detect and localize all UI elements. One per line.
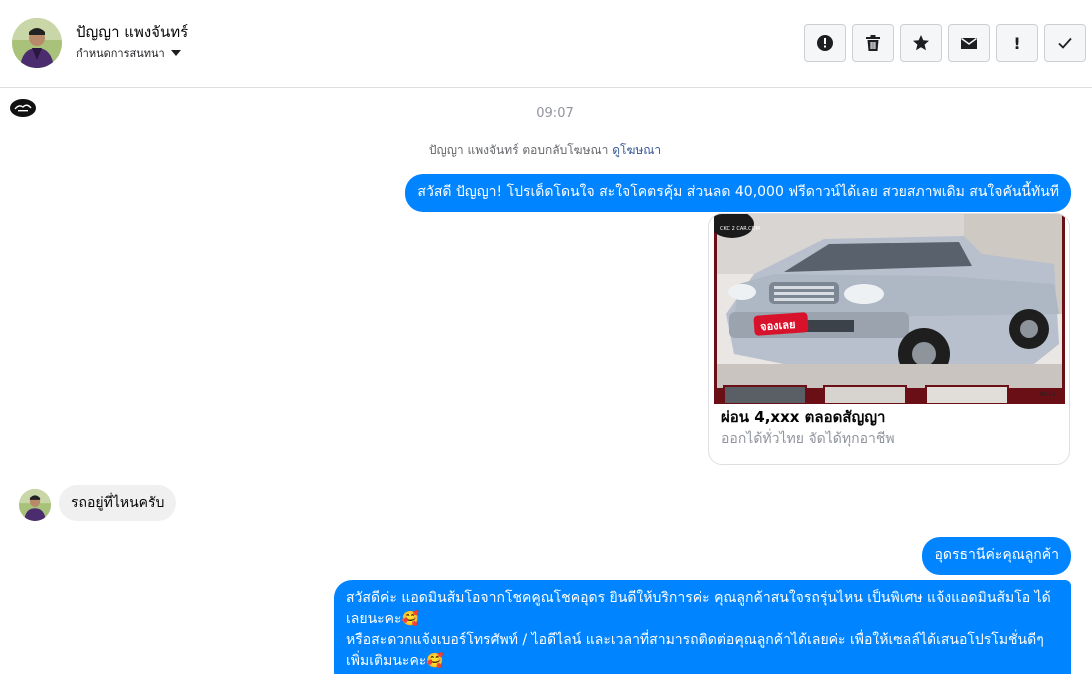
contact-avatar-small bbox=[19, 489, 51, 521]
header-actions: ! bbox=[804, 24, 1086, 62]
contact-name[interactable]: ปัญญา แพงจันทร์ bbox=[76, 20, 188, 44]
conversation-header: ปัญญา แพงจันทร์ กำหนดการสนทนา ! bbox=[0, 0, 1092, 88]
mark-unread-button[interactable] bbox=[948, 24, 990, 62]
exclamation-circle-icon bbox=[817, 35, 833, 51]
message-line: สวัสดีค่ะ แอดมินส้มโอจากโชคคูณโชคอุดร ยิ… bbox=[346, 590, 1051, 627]
assign-label: กำหนดการสนทนา bbox=[76, 47, 165, 60]
exclamation-icon: ! bbox=[1013, 33, 1021, 53]
envelope-icon bbox=[961, 37, 977, 49]
caret-down-icon bbox=[170, 50, 181, 56]
image-watermark-text: CKC 2 CAR.COM bbox=[720, 226, 760, 232]
ad-card[interactable]: CKC 2 CAR.COM จองเลย K012 ผ่อน 4,xxx ตลอ… bbox=[708, 213, 1070, 465]
trash-icon bbox=[866, 35, 880, 51]
delete-button[interactable] bbox=[852, 24, 894, 62]
ad-card-subtitle: ออกได้ทั่วไทย จัดได้ทุกอาชีพ bbox=[721, 431, 895, 447]
outgoing-message: อุดรธานีค่ะคุณลูกค้า bbox=[922, 537, 1071, 575]
ad-reply-note: ปัญญา แพงจันทร์ ตอบกลับโฆษณา ดูโฆษณา bbox=[0, 141, 1090, 160]
done-button[interactable] bbox=[1044, 24, 1086, 62]
ad-reply-text: ปัญญา แพงจันทร์ ตอบกลับโฆษณา bbox=[428, 143, 609, 157]
image-code-text: K012 bbox=[1040, 391, 1056, 398]
alert-button[interactable] bbox=[804, 24, 846, 62]
ad-card-title: ผ่อน 4,xxx ตลอดสัญญา bbox=[721, 408, 886, 426]
spam-button[interactable]: ! bbox=[996, 24, 1038, 62]
view-ad-link[interactable]: ดูโฆษณา bbox=[612, 143, 661, 157]
outgoing-message: สวัสดี ปัญญา! โปรเด็ดโดนใจ สะใจโคตรคุ้ม … bbox=[405, 174, 1071, 212]
ad-card-image: CKC 2 CAR.COM จองเลย K012 bbox=[714, 214, 1065, 404]
check-icon bbox=[1058, 37, 1072, 49]
contact-avatar[interactable] bbox=[12, 18, 62, 68]
message-timestamp: 09:07 bbox=[536, 106, 574, 121]
star-icon bbox=[913, 35, 929, 51]
message-line: หรือสะดวกแจ้งเบอร์โทรศัพท์ / ไอดีไลน์ แล… bbox=[346, 632, 1044, 669]
outgoing-message: สวัสดีค่ะ แอดมินส้มโอจากโชคคูณโชคอุดร ยิ… bbox=[334, 580, 1071, 674]
image-stamp-text: จองเลย bbox=[760, 318, 796, 333]
assign-conversation-dropdown[interactable]: กำหนดการสนทนา bbox=[76, 44, 181, 62]
star-button[interactable] bbox=[900, 24, 942, 62]
incoming-message: รถอยู่ที่ไหนครับ bbox=[59, 485, 177, 521]
